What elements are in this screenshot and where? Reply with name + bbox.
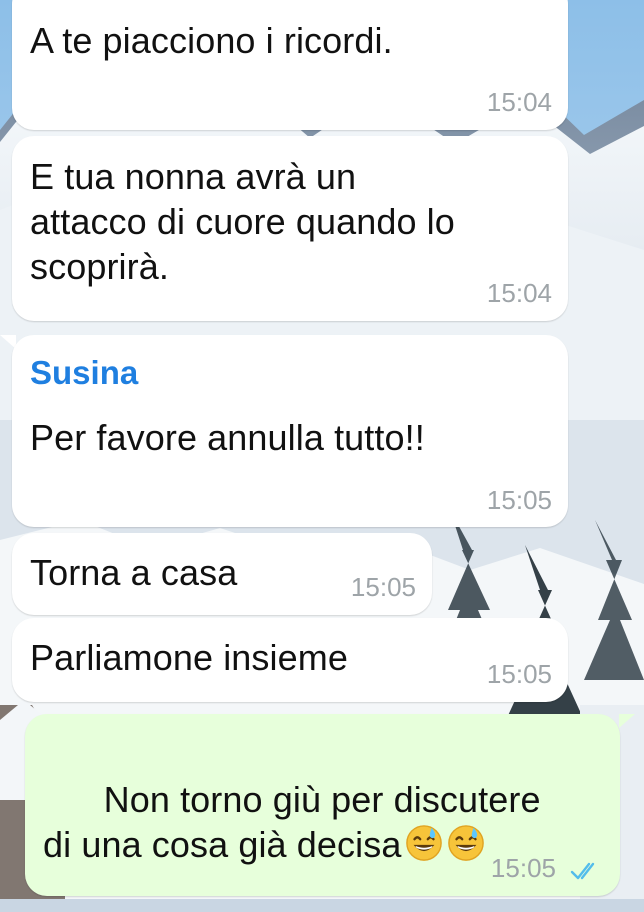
- message-timestamp: 15:05: [486, 659, 552, 689]
- message-timestamp: 15:04: [486, 278, 552, 308]
- incoming-message-4[interactable]: Torna a casa 15:05: [12, 533, 432, 615]
- message-timestamp: 15:04: [486, 87, 552, 117]
- chat-conversation: A te piacciono i ricordi. 15:04 E tua no…: [0, 0, 644, 899]
- incoming-message-3[interactable]: Susina Per favore annulla tutto!! 15:05: [12, 335, 568, 527]
- message-timestamp: 15:05: [350, 572, 416, 602]
- message-text: Per favore annulla tutto!!: [30, 417, 425, 458]
- incoming-message-2[interactable]: E tua nonna avrà un attacco di cuore qua…: [12, 136, 568, 321]
- incoming-message-5[interactable]: Parliamone insieme 15:05: [12, 618, 568, 702]
- grinning-face-with-sweat-emoji: [406, 825, 443, 861]
- message-text: A te piacciono i ricordi.: [30, 20, 393, 61]
- incoming-message-1[interactable]: A te piacciono i ricordi. 15:04: [12, 0, 568, 130]
- grinning-face-with-sweat-emoji: [448, 825, 485, 861]
- double-check-icon: [570, 862, 595, 880]
- message-timestamp: 15:05: [486, 485, 552, 515]
- outgoing-bubble-tail-icon: [619, 714, 635, 728]
- message-text: Parliamone insieme: [30, 637, 348, 678]
- outgoing-message-1[interactable]: Non torno giù per discutere di una cosa …: [25, 714, 620, 896]
- message-text: Non torno giù per discutere di una cosa …: [43, 732, 541, 912]
- sender-name: Susina: [30, 354, 139, 391]
- message-text: Torna a casa: [30, 552, 238, 593]
- message-timestamp: 15:05: [490, 853, 556, 883]
- message-text: E tua nonna avrà un attacco di cuore qua…: [30, 156, 455, 287]
